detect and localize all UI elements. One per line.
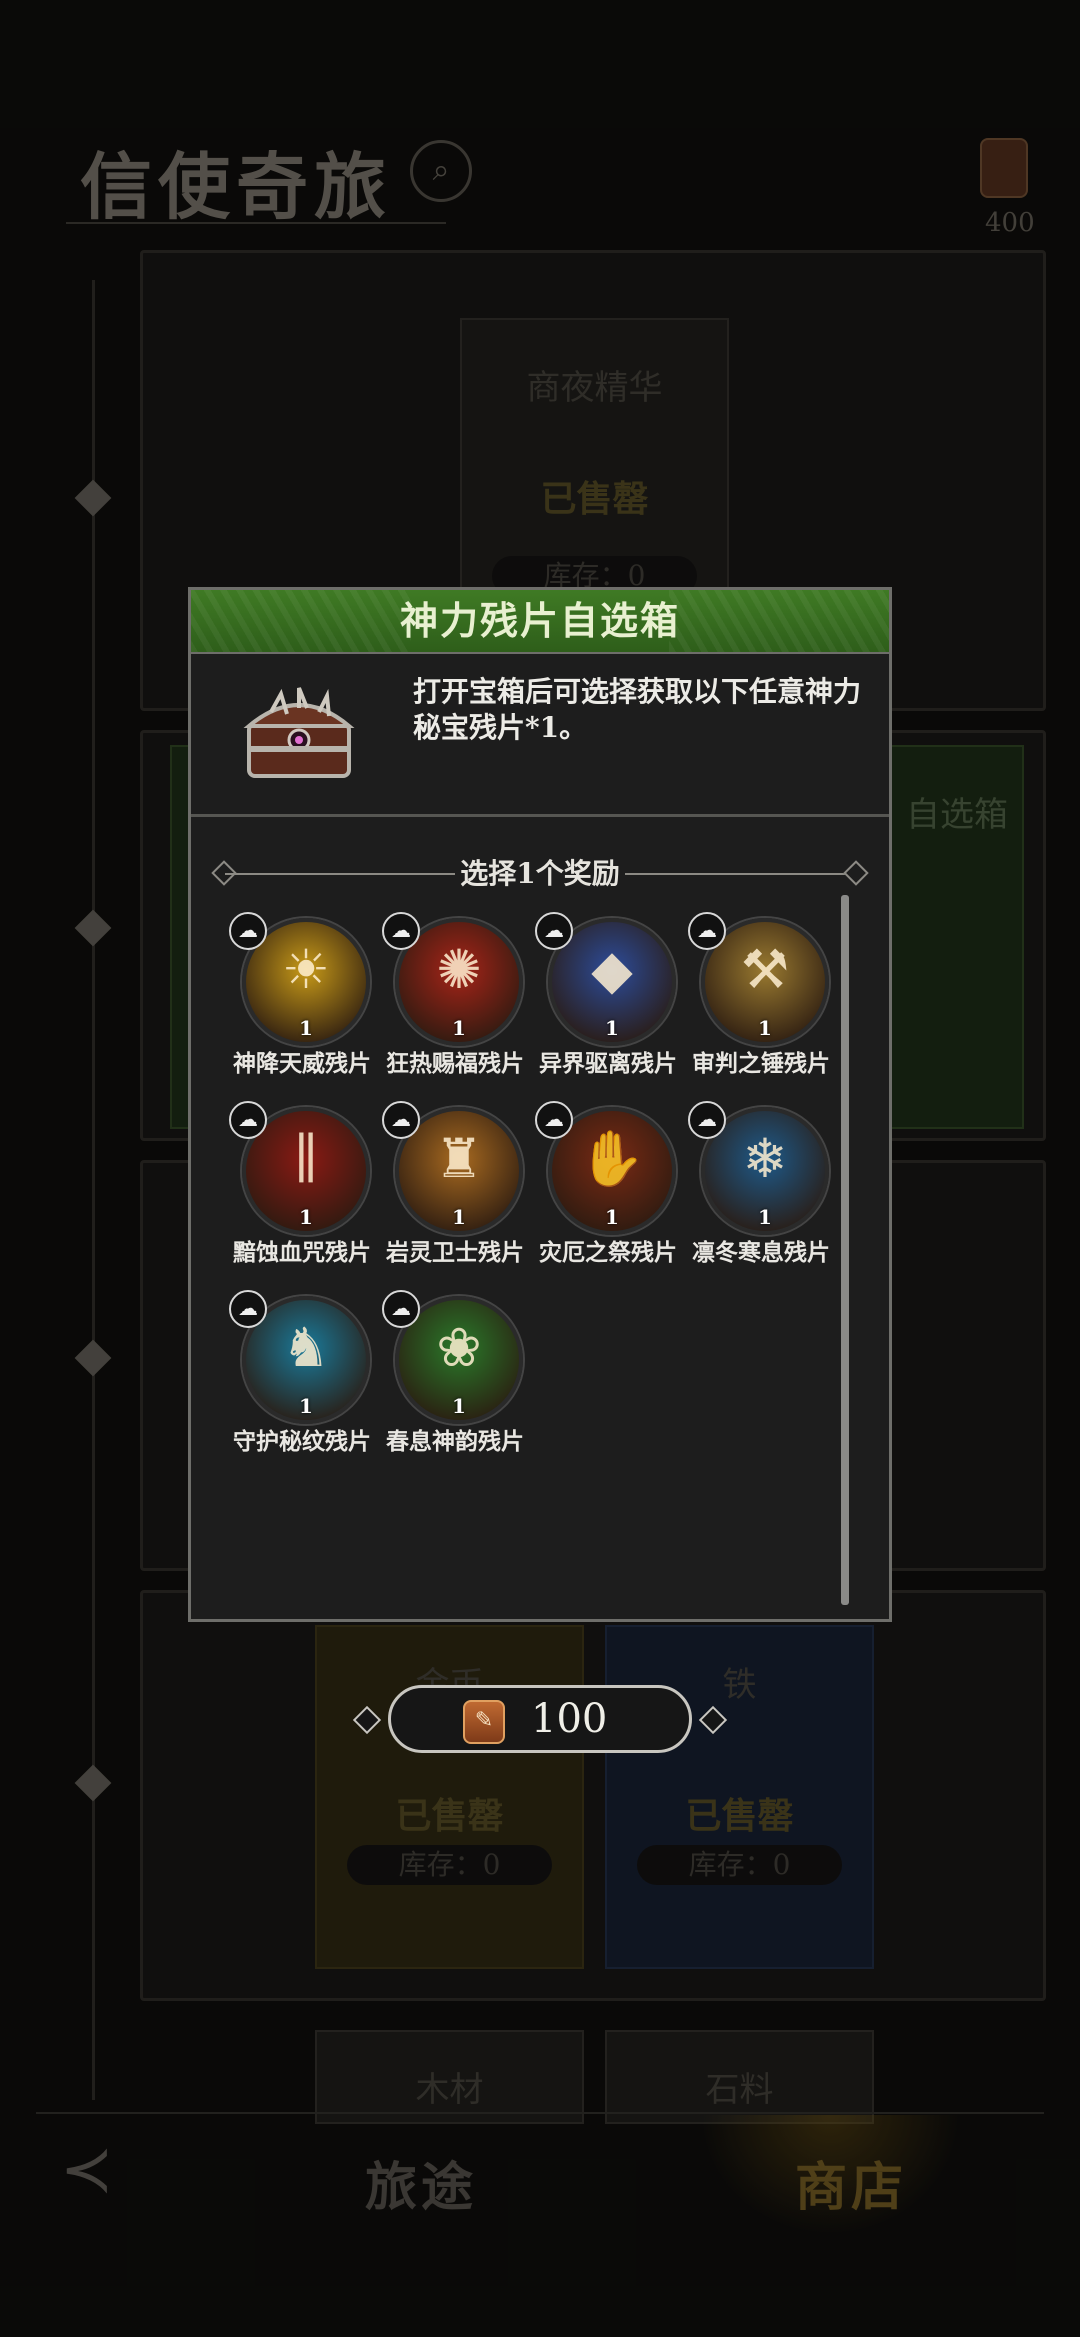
- treasure-chest-icon: [243, 687, 355, 778]
- orb-glyph: ☀: [281, 938, 331, 1001]
- price-value: 100: [531, 1696, 608, 1742]
- item-count: 1: [299, 1394, 313, 1418]
- item-type-badge-icon: ☁: [229, 912, 267, 950]
- reward-item-name: 黯蚀血咒残片: [233, 1239, 371, 1266]
- orb-glyph: ❀: [436, 1316, 482, 1379]
- orb-glyph: ◆: [591, 938, 633, 1001]
- item-count: 1: [605, 1016, 619, 1040]
- price-button[interactable]: ✎ 100: [352, 1685, 728, 1753]
- item-type-badge-icon: ☁: [229, 1290, 267, 1328]
- reward-item[interactable]: ☁ ⚒ 1 审判之锤残片: [686, 912, 836, 1092]
- reward-item[interactable]: ☁ ∥ 1 黯蚀血咒残片: [227, 1101, 377, 1281]
- currency-icon: ✎: [463, 1700, 505, 1744]
- scrollbar-thumb[interactable]: [841, 895, 849, 1605]
- reward-item-name: 凛冬寒息残片: [692, 1239, 830, 1266]
- reward-item[interactable]: ☁ ❀ 1 春息神韵残片: [380, 1290, 530, 1470]
- reward-scrollbar[interactable]: [841, 895, 849, 1605]
- reward-item-name: 异界驱离残片: [539, 1050, 677, 1077]
- orb-glyph: ✺: [436, 938, 482, 1001]
- chest-description: 打开宝箱后可选择获取以下任意神力秘宝残片*1。: [413, 675, 862, 744]
- item-count: 1: [452, 1205, 466, 1229]
- item-count: 1: [452, 1394, 466, 1418]
- reward-item-name: 狂热赐福残片: [386, 1050, 524, 1077]
- reward-item[interactable]: ☁ ✋ 1 灾厄之祭残片: [533, 1101, 683, 1281]
- orb-glyph: ✋: [578, 1127, 646, 1190]
- orb-glyph: ♜: [434, 1127, 484, 1190]
- dialog-title: 神力残片自选箱: [399, 598, 680, 643]
- dialog-header: 神力残片自选箱: [191, 590, 889, 654]
- chest-selection-dialog: 神力残片自选箱 打开宝箱后可选择获取以下任意神力秘宝残片*1。 选择1个奖励 ☁…: [188, 587, 892, 1622]
- item-type-badge-icon: ☁: [382, 1290, 420, 1328]
- reward-item[interactable]: ☁ ♜ 1 岩灵卫士残片: [380, 1101, 530, 1281]
- item-type-badge-icon: ☁: [688, 912, 726, 950]
- orb-glyph: ⚒: [740, 938, 790, 1001]
- reward-item-name: 春息神韵残片: [386, 1428, 524, 1455]
- item-type-badge-icon: ☁: [535, 912, 573, 950]
- item-count: 1: [758, 1016, 772, 1040]
- item-type-badge-icon: ☁: [382, 912, 420, 950]
- item-count: 1: [758, 1205, 772, 1229]
- chest-description-area: 打开宝箱后可选择获取以下任意神力秘宝残片*1。: [191, 654, 889, 817]
- reward-item[interactable]: ☁ ❄ 1 凛冬寒息残片: [686, 1101, 836, 1281]
- reward-item[interactable]: ☁ ♞ 1 守护秘纹残片: [227, 1290, 377, 1470]
- item-type-badge-icon: ☁: [382, 1101, 420, 1139]
- divider: [625, 873, 855, 875]
- item-type-badge-icon: ☁: [535, 1101, 573, 1139]
- reward-item-name: 审判之锤残片: [692, 1050, 830, 1077]
- item-count: 1: [605, 1205, 619, 1229]
- reward-item-name: 岩灵卫士残片: [386, 1239, 524, 1266]
- item-count: 1: [452, 1016, 466, 1040]
- reward-item[interactable]: ☁ ◆ 1 异界驱离残片: [533, 912, 683, 1092]
- reward-item-name: 守护秘纹残片: [233, 1428, 371, 1455]
- orb-glyph: ❄: [742, 1127, 788, 1190]
- item-type-badge-icon: ☁: [229, 1101, 267, 1139]
- item-type-badge-icon: ☁: [688, 1101, 726, 1139]
- reward-section-header: 选择1个奖励: [211, 854, 869, 894]
- reward-item[interactable]: ☁ ☀ 1 神降天威残片: [227, 912, 377, 1092]
- item-count: 1: [299, 1205, 313, 1229]
- reward-item-name: 神降天威残片: [233, 1050, 371, 1077]
- reward-item-name: 灾厄之祭残片: [539, 1239, 677, 1266]
- orb-glyph: ♞: [281, 1316, 331, 1379]
- item-count: 1: [299, 1016, 313, 1040]
- reward-item[interactable]: ☁ ✺ 1 狂热赐福残片: [380, 912, 530, 1092]
- orb-glyph: ∥: [293, 1127, 319, 1190]
